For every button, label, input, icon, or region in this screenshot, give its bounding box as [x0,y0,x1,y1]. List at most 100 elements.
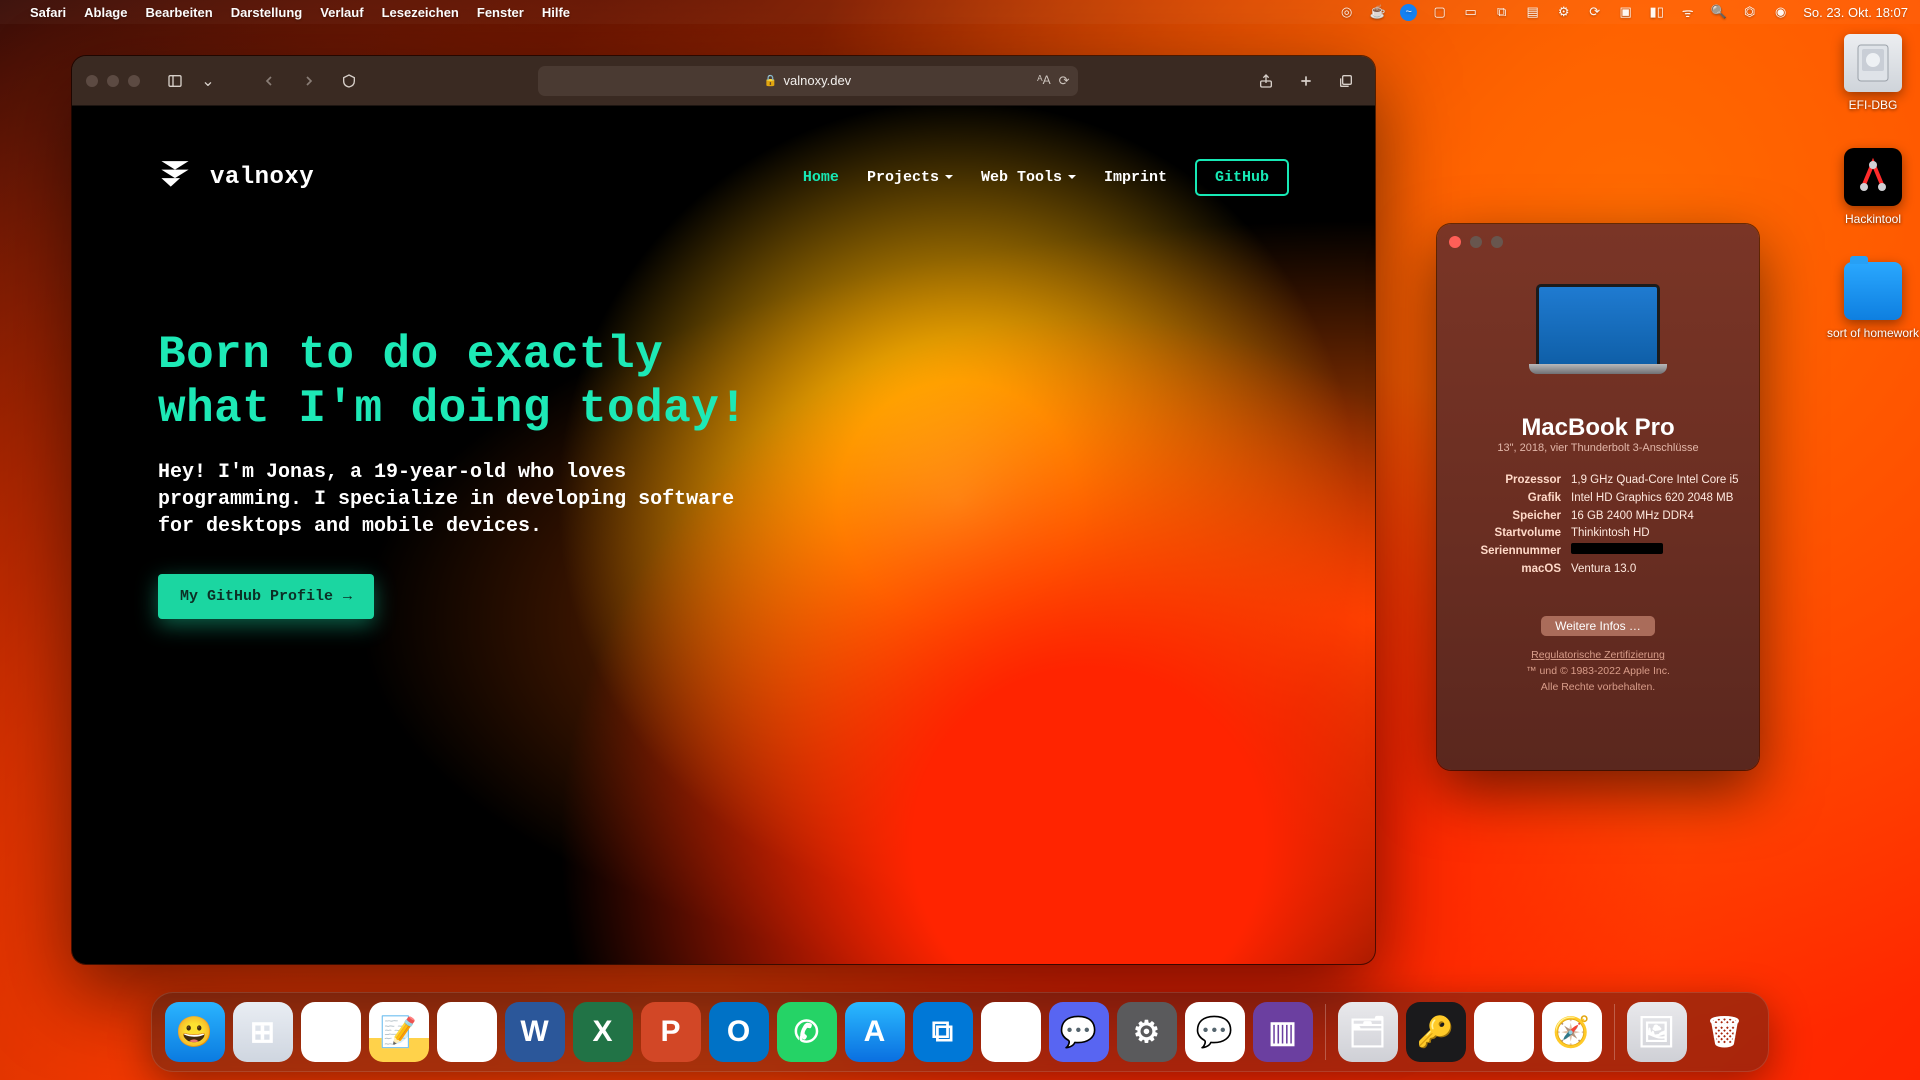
address-bar[interactable]: 🔒 valnoxy.dev ᴬA ⟳ [538,66,1078,96]
desktop-icon-homework-folder[interactable]: sort of homework [1818,262,1920,340]
dock-preview[interactable]: 🖼 [1627,1002,1687,1062]
zoom-button[interactable] [1491,236,1503,248]
github-profile-button[interactable]: My GitHub Profile → [158,574,374,619]
dock-finder[interactable]: 😀 [165,1002,225,1062]
site-brand[interactable]: valnoxy [158,156,314,198]
siri-icon[interactable]: ◉ [1772,4,1789,21]
safari-window: ⌄ 🔒 valnoxy.dev ᴬA ⟳ valnoxy Home Projec… [72,56,1375,964]
hero-section: Born to do exactly what I'm doing today!… [158,328,778,619]
menubar-item-darstellung[interactable]: Darstellung [231,5,303,20]
safari-toolbar: ⌄ 🔒 valnoxy.dev ᴬA ⟳ [72,56,1375,106]
wifi-icon[interactable]: ᯤ [1679,4,1696,21]
dock-notes[interactable]: 📝 [369,1002,429,1062]
about-this-mac-window: MacBook Pro 13", 2018, vier Thunderbolt … [1437,224,1759,770]
dock-launchpad[interactable]: ⊞ [233,1002,293,1062]
more-info-button[interactable]: Weitere Infos … [1541,616,1655,636]
dock-vscode[interactable]: ⧉ [913,1002,973,1062]
label-start: Startvolume [1457,525,1561,543]
folder-icon [1844,262,1902,320]
minimize-button[interactable] [107,75,119,87]
desktop-icon-label: Hackintool [1818,212,1920,226]
spotlight-icon[interactable]: 🔍 [1710,4,1727,21]
dock-excel[interactable]: X [573,1002,633,1062]
minimize-button[interactable] [1470,236,1482,248]
dock-jetbrains[interactable]: ▥ [1253,1002,1313,1062]
hero-title: Born to do exactly what I'm doing today! [158,328,778,437]
privacy-report-icon[interactable] [334,68,364,94]
arrow-right-icon: → [343,588,352,605]
back-button[interactable] [254,68,284,94]
dock-teamviewer[interactable]: ↔ [1474,1002,1534,1062]
tabs-overview-button[interactable] [1331,68,1361,94]
sidebar-toggle[interactable] [160,68,190,94]
battery-icon[interactable]: ▮▯ [1648,4,1665,21]
dock-folder1[interactable]: 🗂 [1338,1002,1398,1062]
dock-discord[interactable]: 💬 [1049,1002,1109,1062]
copyright-text: ™ und © 1983-2022 Apple Inc. [1437,664,1759,680]
dock-1password[interactable]: 🔑 [1406,1002,1466,1062]
nav-projects[interactable]: Projects [867,169,953,186]
menubar-item-bearbeiten[interactable]: Bearbeiten [145,5,212,20]
screenmirror-icon[interactable]: ⧉ [1493,4,1510,21]
menubar-item-verlauf[interactable]: Verlauf [320,5,363,20]
value-gpu: Intel HD Graphics 620 2048 MB [1571,490,1739,508]
dock-powerpoint[interactable]: P [641,1002,701,1062]
display-icon[interactable]: ▭ [1462,4,1479,21]
zoom-button[interactable] [128,75,140,87]
translate-icon[interactable]: ᴬA [1037,73,1050,89]
messenger-icon[interactable]: ~ [1400,4,1417,21]
site-header: valnoxy Home Projects Web Tools Imprint … [158,156,1289,198]
reload-icon[interactable]: ⟳ [1059,73,1070,89]
dock-settings[interactable]: ⚙ [1117,1002,1177,1062]
nav-home[interactable]: Home [803,169,839,186]
gear-icon[interactable]: ⚙ [1555,4,1572,21]
nav-webtools[interactable]: Web Tools [981,169,1076,186]
forward-button[interactable] [294,68,324,94]
menubar-item-hilfe[interactable]: Hilfe [542,5,570,20]
value-os: Ventura 13.0 [1571,561,1739,579]
lock-icon: 🔒 [764,74,778,87]
tablet-icon[interactable]: ▢ [1431,4,1448,21]
menubar: Safari Ablage Bearbeiten Darstellung Ver… [0,0,1920,24]
desktop-icon-efi-dbg[interactable]: EFI-DBG [1818,34,1920,112]
dock-appstore[interactable]: A [845,1002,905,1062]
dock-messages[interactable]: 💬 [1185,1002,1245,1062]
specs-table: Prozessor1,9 GHz Quad-Core Intel Core i5… [1457,472,1739,579]
sync-icon[interactable]: ⟳ [1586,4,1603,21]
hero-body: Hey! I'm Jonas, a 19-year-old who loves … [158,459,778,540]
dock-safari[interactable]: 🧭 [1542,1002,1602,1062]
valnoxy-logo-icon [158,156,192,198]
value-serial [1571,543,1739,561]
share-button[interactable] [1251,68,1281,94]
tv-icon[interactable]: ▣ [1617,4,1634,21]
dock-photos[interactable]: ❋ [437,1002,497,1062]
close-button[interactable] [86,75,98,87]
dock-outlook[interactable]: O [709,1002,769,1062]
stage-icon[interactable]: ▤ [1524,4,1541,21]
url-text: valnoxy.dev [784,73,852,88]
desktop-icon-hackintool[interactable]: Hackintool [1818,148,1920,226]
amphetamine-icon[interactable]: ☕ [1369,4,1386,21]
menubar-clock[interactable]: So. 23. Okt. 18:07 [1803,5,1908,20]
new-tab-button[interactable] [1291,68,1321,94]
menubar-item-ablage[interactable]: Ablage [84,5,127,20]
nav-imprint[interactable]: Imprint [1104,169,1167,186]
control-center-icon[interactable]: ⏣ [1741,4,1758,21]
brand-text: valnoxy [210,164,314,191]
dock-separator [1614,1004,1615,1060]
dock-trash[interactable]: 🗑 [1695,1002,1755,1062]
dock-visualstudio[interactable]: ∞ [981,1002,1041,1062]
dock-chrome[interactable]: ◉ [301,1002,361,1062]
menubar-item-lesezeichen[interactable]: Lesezeichen [382,5,459,20]
regulatory-link[interactable]: Regulatorische Zertifizierung [1437,648,1759,664]
close-button[interactable] [1449,236,1461,248]
nav-github[interactable]: GitHub [1195,159,1289,196]
cc-icon[interactable]: ◎ [1338,4,1355,21]
dock-whatsapp[interactable]: ✆ [777,1002,837,1062]
tab-overview-chevron-icon[interactable]: ⌄ [200,68,216,94]
menubar-app-name[interactable]: Safari [30,5,66,20]
hackintool-icon [1844,148,1902,206]
dock-word[interactable]: W [505,1002,565,1062]
menubar-item-fenster[interactable]: Fenster [477,5,524,20]
site-nav: Home Projects Web Tools Imprint GitHub [803,159,1289,196]
